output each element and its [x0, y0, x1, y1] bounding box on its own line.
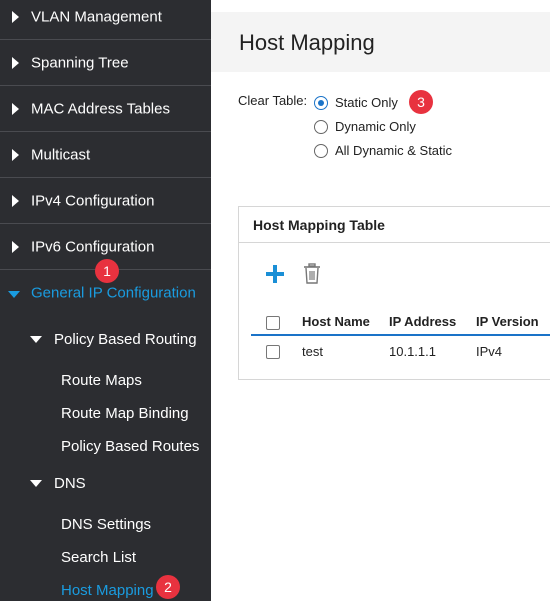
trash-icon[interactable] — [303, 263, 321, 285]
step-badge: 2 — [156, 575, 180, 599]
cell-host-name: test — [302, 344, 323, 359]
sidebar-item-policy-based-routes[interactable]: Policy Based Routes — [61, 438, 199, 455]
sidebar-item-ipv4-configuration[interactable]: IPv4 Configuration — [0, 178, 211, 224]
chevron-right-icon — [12, 240, 19, 253]
sidebar-item-label: General IP Configuration — [31, 284, 196, 302]
cell-ip-address: 10.1.1.1 — [389, 344, 436, 359]
sidebar-item-route-maps[interactable]: Route Maps — [61, 372, 142, 389]
sub-item-label: DNS — [54, 475, 86, 492]
column-header-host-name[interactable]: Host Name — [302, 314, 370, 329]
chevron-right-icon — [12, 148, 19, 161]
radio-label: Static Only — [335, 95, 398, 110]
sidebar-item-label: VLAN Management — [31, 8, 162, 25]
chevron-right-icon — [12, 194, 19, 207]
column-header-ip-address[interactable]: IP Address — [389, 314, 456, 329]
chevron-right-icon — [12, 56, 19, 69]
sidebar-item-label: Spanning Tree — [31, 54, 129, 71]
chevron-right-icon — [12, 102, 19, 115]
clear-table-label: Clear Table: — [238, 93, 308, 108]
cell-ip-version: IPv4 — [476, 344, 503, 359]
host-mapping-table-panel: Host Mapping Table Host Name IP Address … — [238, 206, 550, 380]
panel-header: Host Mapping Table — [239, 207, 550, 243]
sub-item-label: Policy Based Routing — [54, 331, 197, 348]
sidebar-item-label: Multicast — [31, 146, 91, 163]
sidebar-item-host-mapping[interactable]: Host Mapping — [61, 582, 154, 599]
radio-button[interactable] — [314, 144, 328, 158]
step-badge: 3 — [409, 90, 433, 114]
radio-button[interactable] — [314, 96, 328, 110]
row-checkbox[interactable] — [266, 345, 280, 359]
top-bar — [211, 0, 550, 12]
panel-title: Host Mapping Table — [253, 217, 385, 233]
chevron-down-icon — [30, 336, 42, 343]
sidebar-item-multicast[interactable]: Multicast — [0, 132, 211, 178]
sidebar-item-label: MAC Address Tables — [31, 100, 170, 117]
sidebar-item-dns-settings[interactable]: DNS Settings — [61, 516, 151, 533]
radio-label: Dynamic Only — [335, 119, 416, 134]
sidebar-item-spanning-tree[interactable]: Spanning Tree — [0, 40, 211, 86]
step-badge: 1 — [95, 259, 119, 283]
sidebar-item-vlan-management[interactable]: VLAN Management — [0, 0, 211, 40]
column-header-ip-version[interactable]: IP Version — [476, 314, 539, 329]
header-divider — [251, 334, 550, 336]
select-all-checkbox[interactable] — [266, 316, 280, 330]
sidebar-item-label: IPv6 Configuration — [31, 238, 155, 255]
chevron-right-icon — [12, 10, 19, 23]
sidebar-item-mac-address-tables[interactable]: MAC Address Tables — [0, 86, 211, 132]
radio-button[interactable] — [314, 120, 328, 134]
add-icon[interactable] — [265, 264, 285, 284]
radio-label: All Dynamic & Static — [335, 143, 453, 158]
chevron-down-icon — [8, 291, 20, 298]
sidebar-nav: VLAN Management Spanning Tree MAC Addres… — [0, 0, 211, 601]
sidebar-item-label: IPv4 Configuration — [31, 192, 155, 209]
sidebar-item-search-list[interactable]: Search List — [61, 549, 136, 566]
sidebar-item-route-map-binding[interactable]: Route Map Binding — [61, 405, 189, 422]
chevron-down-icon — [30, 480, 42, 487]
page-title: Host Mapping — [239, 30, 375, 55]
